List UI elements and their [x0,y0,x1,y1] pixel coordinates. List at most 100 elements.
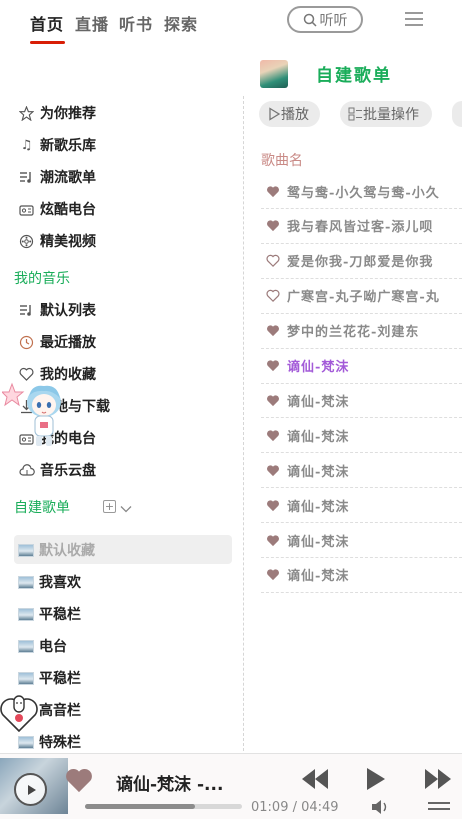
heart-outline-icon[interactable] [266,289,281,303]
sidebar-item-label: 精美视频 [40,234,96,250]
more-actions-button[interactable] [452,101,462,127]
sidebar-item-cool-radio[interactable]: 炫酷电台 [18,198,96,220]
sidebar-playlist-steady-2[interactable]: 平稳栏 [18,667,81,689]
song-row[interactable]: 爱是你我-刀郎爱是你我 [261,244,462,279]
search-input[interactable]: 听听 [287,6,363,33]
tab-explore[interactable]: 探索 [164,11,198,35]
song-row[interactable]: 谪仙-梵沫 [261,418,462,454]
sidebar-playlist-label: 电台 [39,639,67,655]
song-name-column-header: 歌曲名 [261,153,303,169]
playlist-thumbnail [18,735,34,749]
heart-filled-icon[interactable] [266,499,281,512]
panel-divider [243,96,244,756]
playback-time: 01:09 / 04:49 [251,800,339,815]
song-title: 谪仙-梵沫 [287,499,350,515]
song-row[interactable]: 广寒宫-丸子呦广寒宫-丸 [261,279,462,314]
song-title: 谪仙-梵沫 [287,360,350,375]
play-all-button[interactable]: 播放 [259,101,320,127]
song-title: 爱是你我-刀郎爱是你我 [287,255,434,271]
sidebar-item-recent[interactable]: 最近播放 [18,331,96,353]
play-icon [27,784,36,795]
song-title: 谪仙-梵沫 [287,569,350,585]
sidebar-playlist-special[interactable]: 特殊栏 [18,731,81,753]
search-icon [303,13,317,27]
song-row[interactable]: 谪仙-梵沫 [261,488,462,524]
heart-filled-icon[interactable] [266,394,281,407]
sidebar-item-recommend[interactable]: 为你推荐 [18,102,96,124]
playlist-queue-icon[interactable] [428,802,450,810]
sidebar-playlist-label: 我喜欢 [39,575,81,591]
sidebar-item-trending-playlists[interactable]: 潮流歌单 [18,166,96,188]
tab-live[interactable]: 直播 [75,11,109,35]
playlist-cover [260,60,288,88]
sidebar-item-label: 为你推荐 [40,106,96,122]
song-row[interactable]: 我与春风皆过客-添儿呗 [261,209,462,244]
sidebar-playlist-label: 平稳栏 [39,607,81,623]
sidebar-item-label: 新歌乐库 [40,138,96,154]
song-row[interactable]: 谪仙-梵沫 [261,453,462,489]
sidebar-item-label: 音乐云盘 [40,463,96,479]
sidebar-playlist-label: 默认收藏 [39,543,95,559]
next-track-icon[interactable] [424,768,452,794]
heart-filled-icon[interactable] [266,219,281,232]
heart-filled-icon[interactable] [266,359,281,372]
sidebar-playlist-steady-1[interactable]: 平稳栏 [18,603,81,625]
batch-operation-label: 批量操作 [363,107,419,123]
play-icon [269,107,281,121]
video-icon [18,233,35,250]
sidebar-playlist-label: 平稳栏 [39,671,81,687]
heart-filled-icon[interactable] [266,429,281,442]
song-title: 谪仙-梵沫 [287,394,350,410]
playlist-icon [18,302,35,319]
sidebar-playlist-label: 特殊栏 [39,735,81,751]
sidebar-item-label: 最近播放 [40,335,96,351]
song-row[interactable]: 鸳与鸯-小久鸳与鸯-小久 [261,174,462,209]
my-music-header: 我的音乐 [14,271,70,287]
playlist-thumbnail [18,575,34,589]
song-row[interactable]: 谪仙-梵沫 [261,349,462,384]
sidebar-playlist-default-favorites[interactable]: 默认收藏 [18,539,95,561]
heart-filled-icon[interactable] [266,324,281,337]
now-playing-title: 谪仙-梵沫 -... [116,775,224,795]
add-playlist-icon[interactable]: + [103,500,116,513]
song-row[interactable]: 谪仙-梵沫 [261,558,462,593]
song-title: 谪仙-梵沫 [287,534,350,550]
chevron-down-icon[interactable] [120,500,132,519]
heart-filled-icon[interactable] [266,568,281,581]
song-title: 谪仙-梵沫 [287,464,350,480]
progress-fill [85,804,195,809]
radio-icon [18,201,35,218]
sidebar-item-cloud-drive[interactable]: 音乐云盘 [18,459,96,481]
tab-audiobook[interactable]: 听书 [119,11,153,35]
playlist-icon [18,169,35,186]
menu-icon[interactable] [405,12,423,26]
previous-track-icon[interactable] [301,768,329,794]
clock-icon [18,334,35,351]
heart-filled-icon[interactable] [266,185,281,198]
like-heart-icon[interactable] [64,766,94,798]
heart-filled-icon[interactable] [266,534,281,547]
song-row[interactable]: 谪仙-梵沫 [261,523,462,558]
song-title: 谪仙-梵沫 [287,429,350,445]
tab-home[interactable]: 首页 [30,11,64,35]
play-pause-icon[interactable] [366,767,386,795]
progress-bar[interactable] [85,804,242,809]
custom-playlists-header: 自建歌单 [14,500,70,516]
batch-operation-button[interactable]: 批量操作 [340,101,432,127]
song-row[interactable]: 谪仙-梵沫 [261,383,462,419]
song-row[interactable]: 梦中的兰花花-刘建东 [261,314,462,349]
sidebar-item-label: 默认列表 [40,303,96,319]
sidebar-playlist-radio[interactable]: 电台 [18,635,67,657]
sidebar-item-videos[interactable]: 精美视频 [18,230,96,252]
song-title: 梦中的兰花花-刘建东 [287,325,420,341]
mini-play-button[interactable] [14,773,47,806]
sidebar-item-default-list[interactable]: 默认列表 [18,299,96,321]
playlist-thumbnail [18,607,34,621]
volume-icon[interactable] [371,799,389,819]
heart-outline-icon[interactable] [266,254,281,268]
sidebar-item-new-songs[interactable]: ♫ 新歌乐库 [18,134,96,156]
playlist-thumbnail [18,639,34,653]
heart-filled-icon[interactable] [266,464,281,477]
sidebar-item-label: 炫酷电台 [40,202,96,218]
sidebar-playlist-i-like[interactable]: 我喜欢 [18,571,81,593]
